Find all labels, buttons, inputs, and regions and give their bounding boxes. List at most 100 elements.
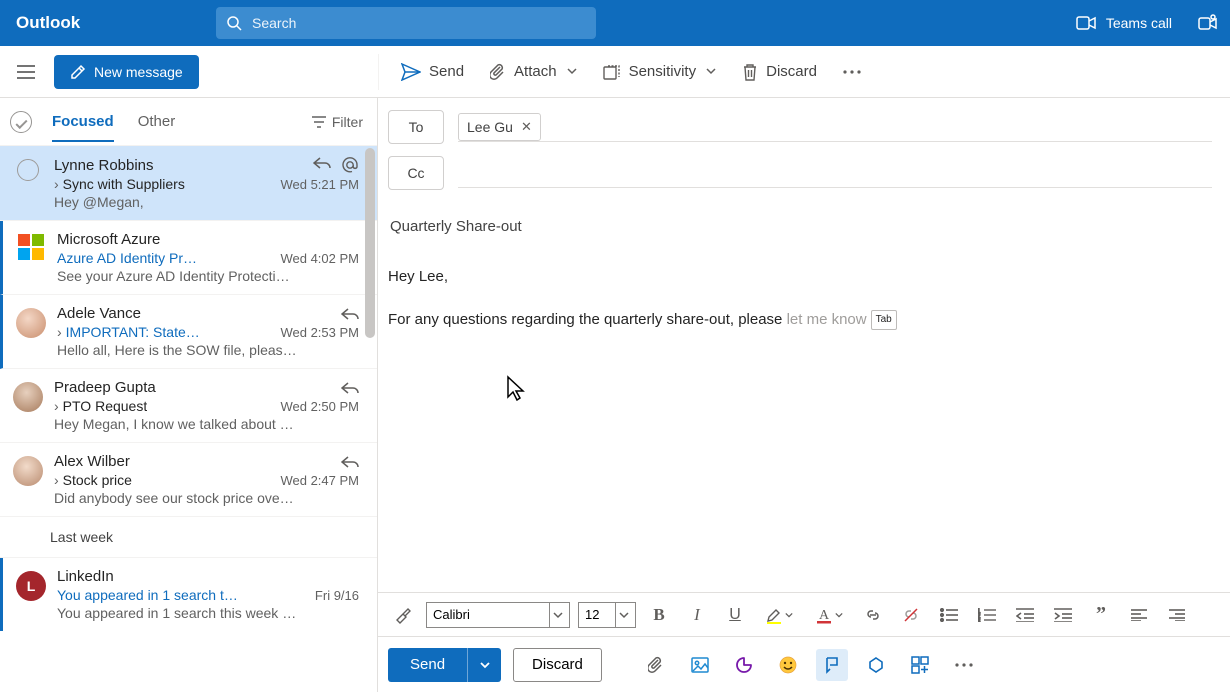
message-list-pane: Focused Other Filter Lynne Robbins (0, 98, 378, 692)
insert-loop-icon[interactable] (728, 649, 760, 681)
subject-input[interactable] (388, 212, 1170, 241)
date-group-header[interactable]: Last week (0, 517, 377, 558)
editor-suggestions-icon[interactable] (816, 649, 848, 681)
numbered-list-button[interactable]: 123 (972, 600, 1002, 630)
font-family-input[interactable] (427, 607, 549, 622)
cc-button[interactable]: Cc (388, 156, 444, 190)
sender: Adele Vance (57, 305, 141, 322)
sensitivity-icon (603, 63, 621, 81)
align-left-button[interactable] (1124, 600, 1154, 630)
compose-action-bar: Send Discard (378, 636, 1230, 692)
teams-call-button[interactable]: Teams call (1068, 11, 1180, 35)
cc-field[interactable] (458, 158, 1212, 188)
select-all-toggle[interactable] (10, 111, 32, 133)
align-right-button[interactable] (1162, 600, 1192, 630)
font-color-button[interactable]: A (808, 600, 850, 630)
search-box[interactable] (216, 7, 596, 39)
thread-arrow-icon: › (54, 398, 59, 414)
message-row[interactable]: Pradeep Gupta ›PTO Request Wed 2:50 PM H… (0, 369, 377, 443)
compose-icon (70, 64, 86, 80)
select-circle[interactable] (17, 159, 39, 181)
increase-indent-button[interactable] (1048, 600, 1078, 630)
sender: Microsoft Azure (57, 231, 160, 248)
message-row[interactable]: Alex Wilber ›Stock price Wed 2:47 PM Did… (0, 443, 377, 517)
video-icon (1076, 16, 1096, 30)
body-text-line: For any questions regarding the quarterl… (388, 308, 1216, 331)
thread-arrow-icon: › (57, 324, 62, 340)
brand-label: Outlook (16, 13, 216, 33)
subject: IMPORTANT: State… (66, 324, 200, 340)
email-body-editor[interactable]: Hey Lee, For any questions regarding the… (378, 241, 1230, 592)
to-field[interactable]: Lee Gu ✕ (458, 112, 1212, 142)
scrollbar-thumb[interactable] (365, 148, 375, 338)
discard-button[interactable]: Discard (513, 648, 602, 682)
subject: Azure AD Identity Pr… (57, 250, 197, 266)
more-actions-icon[interactable] (948, 649, 980, 681)
format-painter-button[interactable] (388, 600, 418, 630)
search-input[interactable] (252, 15, 586, 31)
reply-icon[interactable] (341, 307, 359, 321)
send-button-top[interactable]: Send (391, 54, 474, 90)
reply-icon[interactable] (341, 455, 359, 469)
compose-pane: To Lee Gu ✕ Cc Hey Lee, For any question… (378, 98, 1230, 692)
cursor-icon (506, 375, 526, 401)
app-header: Outlook Teams call (0, 0, 1230, 46)
to-button[interactable]: To (388, 110, 444, 144)
insert-picture-icon[interactable] (684, 649, 716, 681)
apps-icon[interactable] (904, 649, 936, 681)
thread-arrow-icon: › (54, 176, 59, 192)
bulleted-list-button[interactable] (934, 600, 964, 630)
filter-button[interactable]: Filter (312, 114, 363, 130)
remove-link-button[interactable] (896, 600, 926, 630)
sensitivity-button[interactable]: Sensitivity (593, 54, 727, 90)
body-text-line: Hey Lee, (388, 265, 1216, 288)
reply-icon[interactable] (341, 381, 359, 395)
paperclip-icon (490, 63, 506, 81)
highlight-color-button[interactable] (758, 600, 800, 630)
italic-button[interactable]: I (682, 600, 712, 630)
attach-button[interactable]: Attach (480, 54, 587, 90)
message-row[interactable]: L LinkedIn You appeared in 1 search t… F… (0, 558, 377, 631)
microsoft-logo-icon (18, 234, 44, 260)
mention-icon (341, 156, 359, 174)
insert-link-button[interactable] (858, 600, 888, 630)
nav-toggle-button[interactable] (12, 58, 40, 86)
tab-focused[interactable]: Focused (52, 101, 114, 142)
svg-text:3: 3 (978, 619, 981, 622)
decrease-indent-button[interactable] (1010, 600, 1040, 630)
message-row[interactable]: Lynne Robbins ›Sync with Suppliers Wed 5… (0, 146, 377, 221)
scrollbar-track[interactable] (363, 146, 377, 692)
message-row[interactable]: Adele Vance ›IMPORTANT: State… Wed 2:53 … (0, 295, 377, 369)
recipient-chip[interactable]: Lee Gu ✕ (458, 113, 541, 141)
subject: Sync with Suppliers (63, 176, 185, 192)
chevron-down-icon[interactable] (549, 603, 565, 627)
attach-file-icon[interactable] (640, 649, 672, 681)
message-list[interactable]: Lynne Robbins ›Sync with Suppliers Wed 5… (0, 146, 377, 692)
send-button[interactable]: Send (388, 648, 467, 682)
avatar: L (16, 571, 46, 601)
discard-button-top[interactable]: Discard (732, 54, 827, 90)
font-family-combo[interactable] (426, 602, 570, 628)
insert-emoji-icon[interactable] (772, 649, 804, 681)
sender: LinkedIn (57, 568, 114, 585)
message-list-header: Focused Other Filter (0, 98, 377, 146)
new-message-button[interactable]: New message (54, 55, 199, 89)
bold-button[interactable]: B (644, 600, 674, 630)
reply-icon[interactable] (313, 156, 331, 170)
tab-other[interactable]: Other (138, 101, 176, 142)
accessibility-check-icon[interactable] (860, 649, 892, 681)
more-commands-button[interactable] (833, 54, 871, 90)
sender: Lynne Robbins (54, 157, 154, 174)
chevron-down-icon (567, 63, 577, 80)
send-split-button[interactable] (467, 648, 501, 682)
quote-button[interactable]: ” (1086, 600, 1116, 630)
underline-button[interactable]: U (720, 600, 750, 630)
message-row[interactable]: Microsoft Azure Azure AD Identity Pr… We… (0, 221, 377, 295)
subject: You appeared in 1 search t… (57, 587, 238, 603)
meet-now-icon[interactable] (1198, 14, 1218, 32)
chevron-down-icon[interactable] (615, 603, 631, 627)
remove-recipient-icon[interactable]: ✕ (521, 119, 532, 135)
timestamp: Wed 4:02 PM (280, 251, 359, 266)
font-size-combo[interactable] (578, 602, 636, 628)
font-size-input[interactable] (579, 607, 615, 622)
